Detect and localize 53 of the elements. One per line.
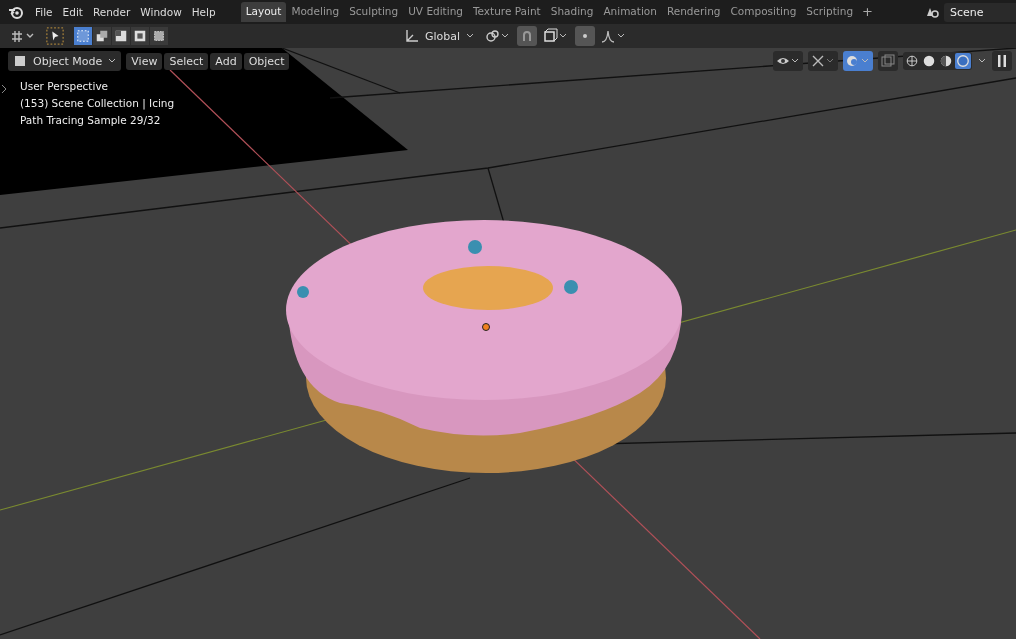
shading-icon: [939, 54, 953, 68]
axes-icon: [404, 28, 420, 44]
orientation-dropdown[interactable]: Global: [400, 26, 480, 46]
workspace-tab[interactable]: Layout: [240, 2, 287, 22]
solid-shading-button[interactable]: [921, 53, 937, 69]
selection-mode-icon: [152, 29, 166, 43]
shading-icon: [905, 54, 919, 68]
selection-mode-icon: [95, 29, 109, 43]
selection-mode-button[interactable]: [112, 27, 130, 45]
viewport-info-text: User Perspective: [20, 80, 110, 92]
3d-viewport[interactable]: Object Mode View Select Add Object User Perspective (153) Scene Collection | Icing Path Tracing Sample 29/32: [0, 48, 1016, 639]
shading-icon: [922, 54, 936, 68]
workspace-tab[interactable]: UV Editing: [403, 2, 468, 22]
menu-item[interactable]: File: [30, 4, 58, 20]
selection-mode-button[interactable]: [150, 27, 168, 45]
mode-dropdown[interactable]: Object Mode: [8, 51, 122, 71]
workspace-tab[interactable]: Texture Paint: [467, 2, 546, 22]
workspace-tab[interactable]: Animation: [598, 2, 662, 22]
workspace-tab[interactable]: Modeling: [286, 2, 345, 22]
add-workspace-button[interactable]: +: [858, 2, 877, 22]
workspace-tab[interactable]: Shading: [545, 2, 599, 22]
wireframe-shading-button[interactable]: [904, 53, 920, 69]
cursor-tool-icon[interactable]: [46, 27, 64, 45]
workspace-tab[interactable]: Rendering: [661, 2, 726, 22]
menu-item[interactable]: Render: [87, 4, 136, 20]
workspace-tab[interactable]: Compositing: [725, 2, 802, 22]
blender-logo-icon[interactable]: [8, 4, 24, 20]
snap-icon[interactable]: [517, 26, 538, 46]
overlays-icon[interactable]: [843, 51, 873, 71]
viewport-info-text: Path Tracing Sample 29/32: [20, 114, 162, 126]
selection-mode-icon: [133, 29, 147, 43]
workspace-tab[interactable]: Scripting: [801, 2, 859, 22]
workspace-tab[interactable]: Sculpting: [344, 2, 404, 22]
shading-icon: [956, 54, 970, 68]
gizmo-icon[interactable]: [808, 51, 838, 71]
material-shading-button[interactable]: [938, 53, 954, 69]
menu-item[interactable]: Help: [186, 4, 221, 20]
menu-item[interactable]: Edit: [57, 4, 88, 20]
rendered-shading-button[interactable]: [955, 53, 971, 69]
scene-field[interactable]: Scene: [944, 2, 1016, 22]
viewport-info-text: (153) Scene Collection | Icing: [20, 97, 175, 109]
selection-mode-icon: [76, 29, 90, 43]
origin-point-icon: [482, 323, 490, 331]
menu-item[interactable]: Window: [135, 4, 187, 20]
pause-icon[interactable]: [992, 51, 1012, 71]
object-mode-icon: [12, 53, 28, 69]
selection-mode-button[interactable]: [131, 27, 149, 45]
selection-mode-icon: [114, 29, 128, 43]
selection-mode-button[interactable]: [93, 27, 111, 45]
xray-icon[interactable]: [878, 51, 898, 71]
visibility-icon[interactable]: [773, 51, 803, 71]
editor-type-icon[interactable]: [10, 28, 36, 44]
proportional-edit-icon[interactable]: [575, 26, 596, 46]
